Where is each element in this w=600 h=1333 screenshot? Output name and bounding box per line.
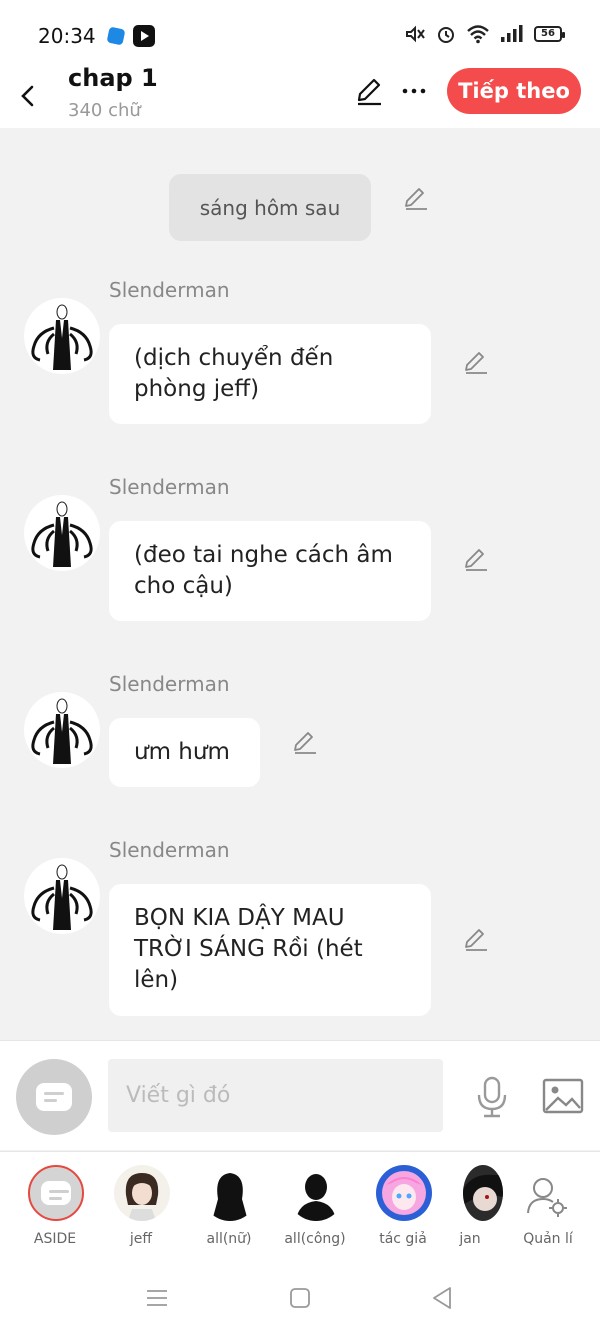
message-text: (đeo tai nghe cách âm cho cậu) [134,542,393,599]
home-icon[interactable] [285,1283,315,1313]
signal-icon [501,25,523,42]
aside-avatar [28,1165,84,1221]
alarm-icon [438,27,454,43]
message-bubble[interactable]: (dịch chuyển đến phòng jeff) [109,324,431,424]
aside-toggle-button[interactable] [16,1059,92,1135]
header: chap 1 340 chữ Tiếp theo [0,64,600,128]
slenderman-avatar-image [31,864,93,930]
message-text: ưm hưm [134,739,230,765]
jeff-avatar [114,1165,170,1221]
next-button[interactable]: Tiếp theo [447,68,581,114]
manage-user-icon [527,1178,567,1217]
chat-area[interactable]: sáng hôm sau Slenderman (dịch chuyển đến… [0,128,600,1040]
status-time: 20:34 [38,24,96,48]
status-icons: 56 [402,24,565,44]
all-nu-avatar [202,1165,258,1221]
app-notification-icon [106,26,126,46]
battery-icon: 56 [534,26,565,42]
edit-message-icon[interactable] [292,730,318,756]
avatar[interactable] [24,692,100,768]
mute-icon [406,25,425,43]
image-icon[interactable] [542,1078,584,1114]
menu-icon[interactable] [142,1283,172,1313]
message-bubble[interactable]: ưm hưm [109,718,260,787]
edit-message-icon[interactable] [463,350,489,376]
avatar[interactable] [24,298,100,374]
message-text: BỌN KIA DẬY MAU TRỜI SÁNG Rồi (hét lên) [134,905,363,993]
more-options-button[interactable] [400,76,428,106]
edit-message-icon[interactable] [463,547,489,573]
message-input[interactable] [108,1059,443,1132]
video-app-icon [133,25,155,47]
character-bar: ASIDE jeff all(nữ) all(công) tác giả jan… [0,1151,600,1261]
slenderman-avatar-image [31,698,93,764]
input-bar [0,1040,600,1150]
nav-back-icon[interactable] [428,1283,458,1313]
microphone-icon[interactable] [474,1075,510,1119]
slenderman-avatar-image [31,501,93,567]
system-nav-bar [0,1261,600,1333]
status-bar: 20:34 56 [0,0,600,64]
jan-avatar [463,1165,503,1221]
slenderman-avatar-image [31,304,93,370]
avatar[interactable] [24,858,100,934]
sender-name: Slenderman [109,278,230,302]
tac-gia-avatar [376,1165,432,1221]
edit-message-icon[interactable] [403,186,429,212]
sender-name: Slenderman [109,838,230,862]
sender-name: Slenderman [109,672,230,696]
sender-name: Slenderman [109,475,230,499]
message-bubble[interactable]: BỌN KIA DẬY MAU TRỜI SÁNG Rồi (hét lên) [109,884,431,1016]
all-cong-avatar [288,1165,344,1221]
back-button[interactable] [14,74,44,114]
avatar[interactable] [24,495,100,571]
character-label: Quản lí [523,1231,573,1247]
narration-bubble[interactable]: sáng hôm sau [169,174,371,241]
message-text: (dịch chuyển đến phòng jeff) [134,345,334,402]
edit-title-button[interactable] [354,76,384,106]
chat-bubble-icon [41,1181,71,1205]
wifi-icon [467,25,489,44]
edit-message-icon[interactable] [463,927,489,953]
word-count: 340 chữ [68,100,141,121]
page-title: chap 1 [68,64,158,92]
narration-text: sáng hôm sau [199,195,341,220]
message-bubble[interactable]: (đeo tai nghe cách âm cho cậu) [109,521,431,621]
chat-bubble-icon [36,1083,72,1111]
